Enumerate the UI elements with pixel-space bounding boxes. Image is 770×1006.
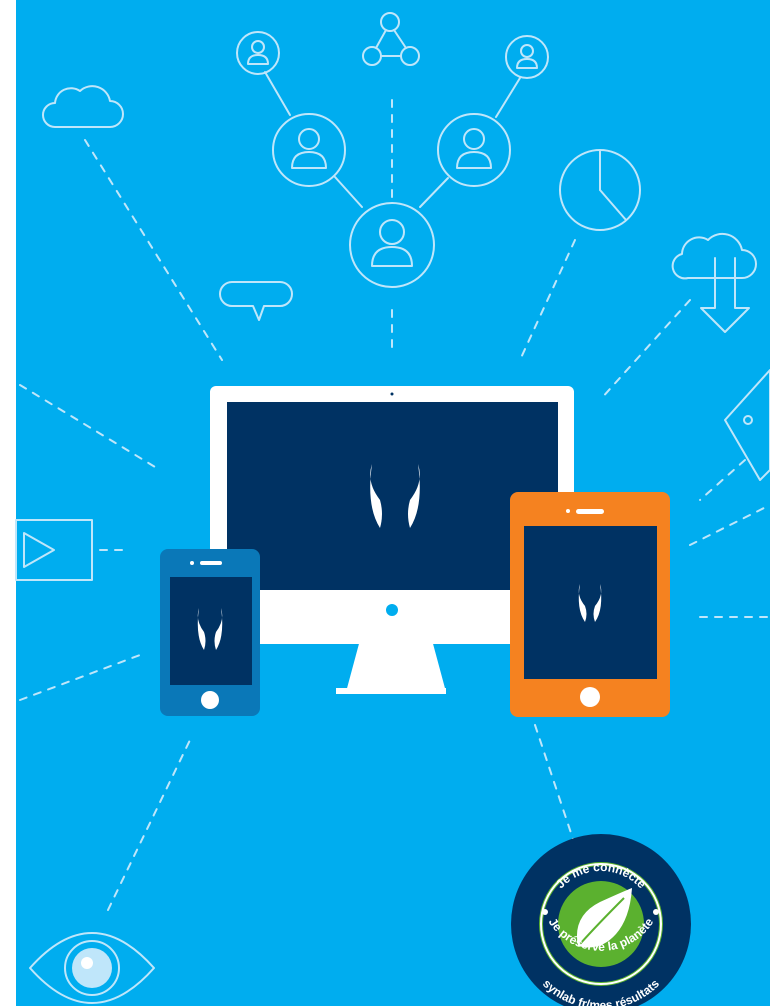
eye-highlight xyxy=(81,957,93,969)
tablet xyxy=(510,492,670,717)
eye-pupil xyxy=(72,948,112,988)
illustration: Je me connècte Je préserve la planète sy… xyxy=(0,0,770,1006)
smartphone xyxy=(160,549,260,716)
connected-devices-illustration: Je me connècte Je préserve la planète sy… xyxy=(0,0,770,1006)
eco-badge: Je me connècte Je préserve la planète sy… xyxy=(511,834,691,1006)
